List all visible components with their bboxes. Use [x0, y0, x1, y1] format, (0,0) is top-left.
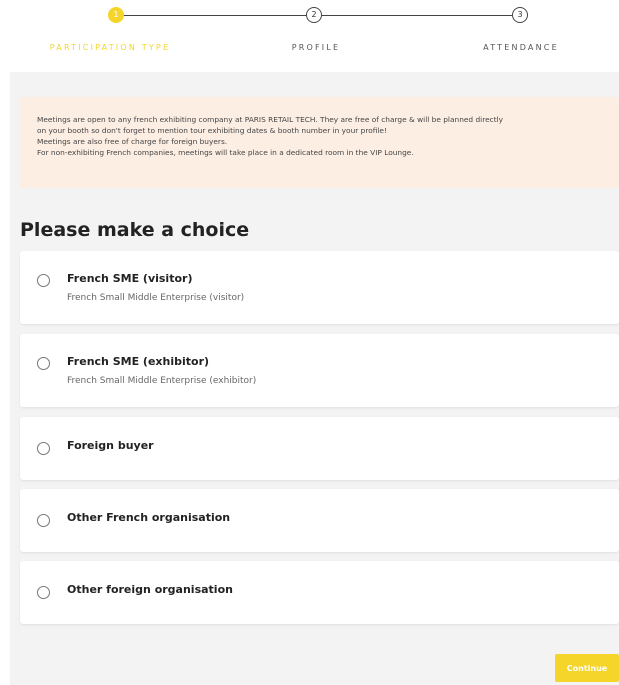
radio-button[interactable]: [37, 586, 50, 599]
info-line: Meetings are open to any french exhibiti…: [37, 115, 504, 124]
option-subtitle: French Small Middle Enterprise (exhibito…: [67, 376, 257, 386]
step-3-indicator[interactable]: 3: [512, 7, 528, 23]
option-other-foreign-organisation[interactable]: Other foreign organisation: [20, 561, 619, 624]
radio-button[interactable]: [37, 442, 50, 455]
option-french-sme-exhibitor[interactable]: French SME (exhibitor) French Small Midd…: [20, 334, 619, 407]
info-notice: Meetings are open to any french exhibiti…: [20, 97, 619, 188]
radio-button[interactable]: [37, 274, 50, 287]
option-foreign-buyer[interactable]: Foreign buyer: [20, 417, 619, 480]
option-title: Other French organisation: [67, 511, 231, 524]
step-connector-line: [116, 15, 306, 16]
step-connector-line: [322, 15, 512, 16]
step-2-label: PROFILE: [291, 43, 341, 52]
page-title: Please make a choice: [20, 219, 250, 241]
radio-button[interactable]: [37, 514, 50, 527]
info-line: on your booth so don't forget to mention…: [37, 126, 387, 135]
progress-stepper: 1 2 3 PARTICIPATION TYPE PROFILE ATTENDA…: [0, 0, 619, 72]
info-line: Meetings are also free of charge for for…: [37, 137, 228, 146]
option-title: Other foreign organisation: [67, 583, 233, 596]
option-subtitle: French Small Middle Enterprise (visitor): [67, 293, 245, 303]
option-title: French SME (visitor): [67, 272, 193, 285]
option-french-sme-visitor[interactable]: French SME (visitor) French Small Middle…: [20, 251, 619, 324]
radio-button[interactable]: [37, 357, 50, 370]
option-title: Foreign buyer: [67, 439, 154, 452]
info-line: For non-exhibiting French companies, mee…: [37, 148, 414, 157]
form-area: Meetings are open to any french exhibiti…: [10, 72, 619, 685]
option-title: French SME (exhibitor): [67, 355, 210, 368]
option-other-french-organisation[interactable]: Other French organisation: [20, 489, 619, 552]
step-1-indicator[interactable]: 1: [108, 7, 124, 23]
continue-button[interactable]: Continue: [555, 654, 619, 682]
step-2-indicator[interactable]: 2: [306, 7, 322, 23]
step-3-label: ATTENDANCE: [483, 43, 559, 52]
step-1-label: PARTICIPATION TYPE: [49, 43, 171, 52]
